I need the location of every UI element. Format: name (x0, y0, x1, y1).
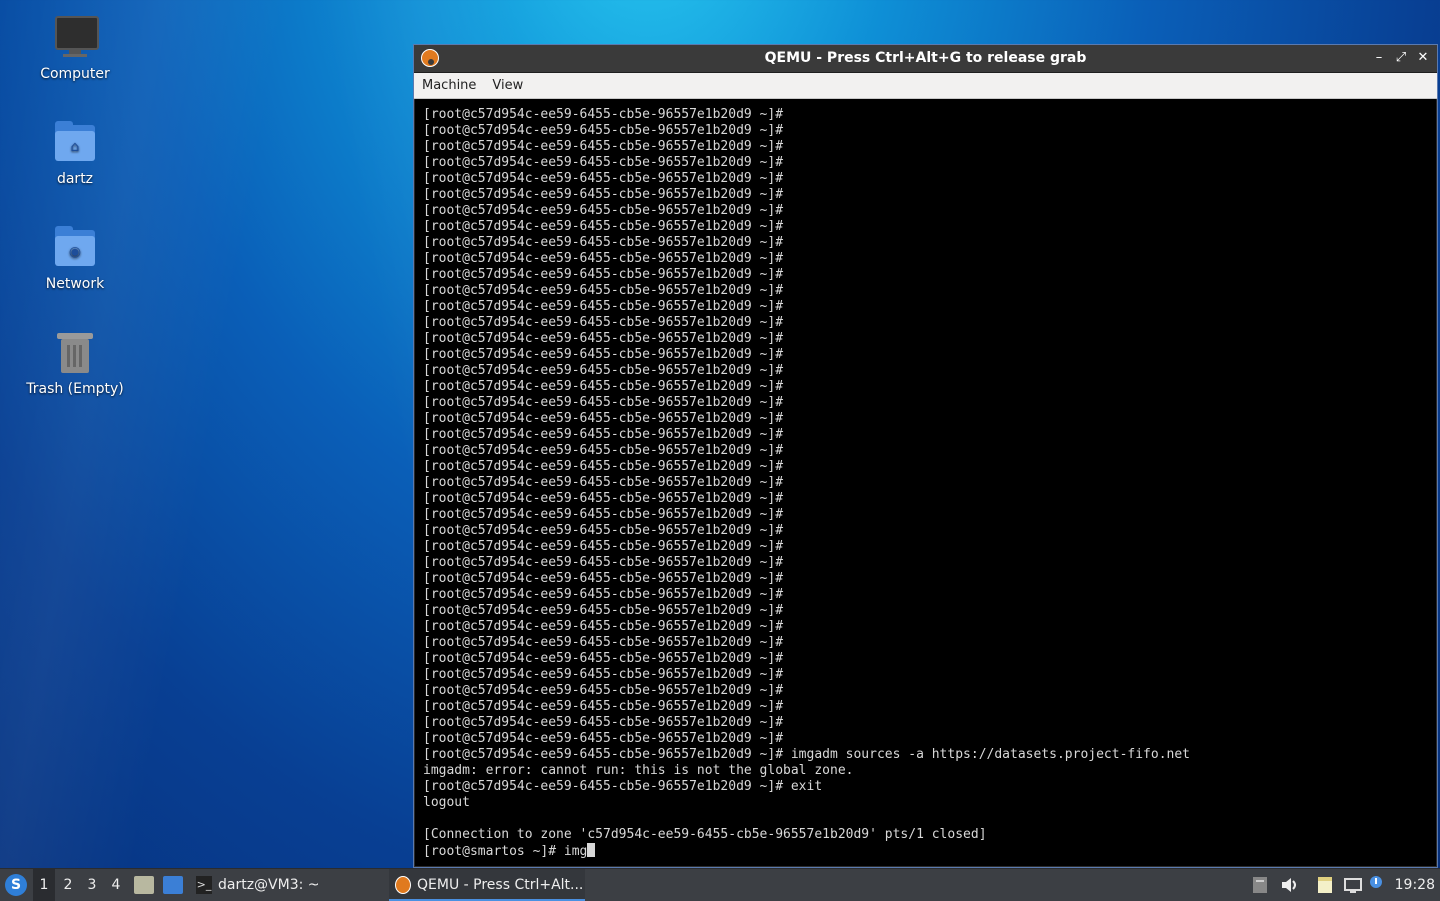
workspace-3[interactable]: 3 (81, 869, 103, 901)
show-desktop-icon[interactable] (163, 876, 183, 894)
window-titlebar[interactable]: QEMU - Press Ctrl+Alt+G to release grab … (414, 45, 1437, 73)
clock[interactable]: 19:28 (1395, 869, 1435, 901)
task-label: QEMU - Press Ctrl+Alt... (417, 877, 584, 893)
desktop-icon-label: Trash (Empty) (26, 381, 124, 397)
taskbar: S 1 2 3 4 >_ dartz@VM3: ~ QEMU - Press C… (0, 868, 1440, 901)
qemu-window: QEMU - Press Ctrl+Alt+G to release grab … (413, 44, 1438, 868)
desktop-icon-label: Computer (40, 66, 110, 82)
vm-console[interactable]: [root@c57d954c-ee59-6455-cb5e-96557e1b20… (415, 99, 1436, 866)
home-folder-icon: ⌂ (51, 119, 99, 167)
task-qemu[interactable]: QEMU - Press Ctrl+Alt... (389, 869, 585, 901)
menu-bar: Machine View (414, 73, 1437, 99)
network-icon[interactable] (1343, 875, 1363, 895)
workspace-4[interactable]: 4 (105, 869, 127, 901)
start-menu-button[interactable]: S (5, 874, 27, 896)
console-output: [root@c57d954c-ee59-6455-cb5e-96557e1b20… (423, 107, 1191, 859)
desktop-icon-network[interactable]: ◉ Network (20, 224, 130, 292)
workspace-1[interactable]: 1 (33, 869, 55, 901)
workspace-2[interactable]: 2 (57, 869, 79, 901)
menu-machine[interactable]: Machine (414, 78, 484, 93)
file-manager-icon[interactable] (134, 876, 154, 894)
volume-icon[interactable] (1279, 875, 1299, 895)
maximize-button[interactable]: ⤢ (1393, 49, 1409, 67)
desktop-icon-label: Network (45, 276, 105, 292)
task-label: dartz@VM3: ~ (218, 877, 320, 893)
window-title: QEMU - Press Ctrl+Alt+G to release grab (764, 50, 1087, 66)
network-folder-icon: ◉ (51, 224, 99, 272)
qemu-icon (395, 876, 411, 894)
task-terminal[interactable]: >_ dartz@VM3: ~ (190, 869, 328, 901)
clipboard-icon[interactable] (1250, 875, 1270, 895)
desktop-icon-trash[interactable]: Trash (Empty) (20, 329, 130, 397)
computer-icon (51, 14, 99, 62)
notes-icon[interactable] (1315, 875, 1335, 895)
minimize-button[interactable]: – (1371, 49, 1387, 67)
desktop-icon-label: dartz (56, 171, 94, 187)
terminal-icon: >_ (196, 876, 212, 894)
menu-view[interactable]: View (484, 78, 531, 93)
desktop-icon-computer[interactable]: Computer (20, 14, 130, 82)
update-notifier-icon[interactable] (1369, 875, 1389, 895)
text-cursor (587, 843, 596, 857)
trash-icon (51, 329, 99, 377)
desktop-icon-home[interactable]: ⌂ dartz (20, 119, 130, 187)
close-button[interactable]: ✕ (1415, 49, 1431, 67)
